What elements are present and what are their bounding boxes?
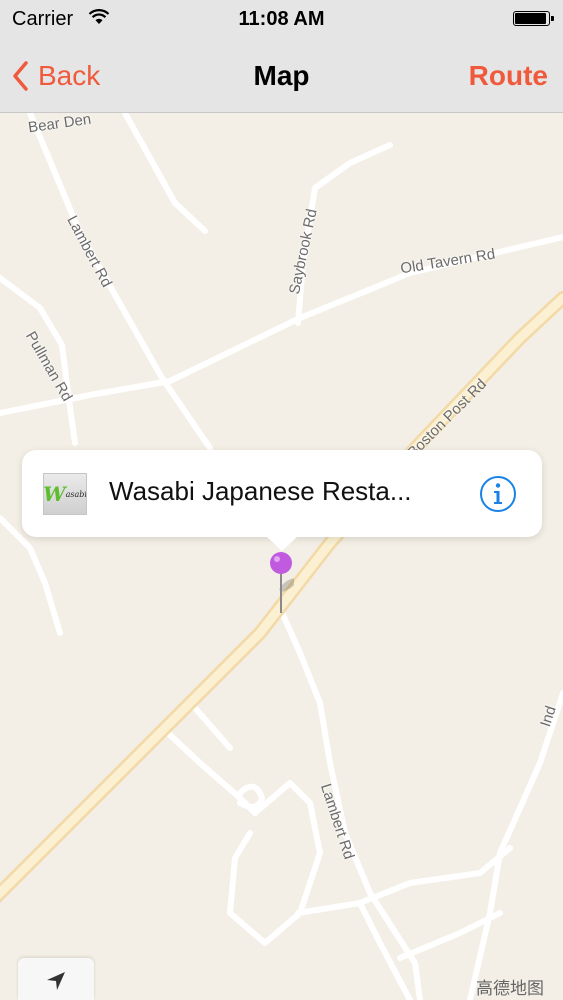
map-pin-icon[interactable] [268,551,294,619]
map-view[interactable]: Bear Den Lambert Rd Saybrook Rd Old Tave… [0,113,563,1000]
clock: 11:08 AM [238,8,325,30]
route-button[interactable]: Route [469,60,548,92]
status-bar: Carrier 11:08 AM [0,0,563,38]
restaurant-thumbnail: W asabi [43,473,87,515]
callout-title: Wasabi Japanese Resta... [109,476,412,506]
info-icon[interactable] [478,474,518,514]
location-arrow-icon [47,972,65,990]
map-attribution: 高德地图 [476,979,544,998]
logo-text: asabi [65,489,87,499]
battery-icon [513,11,554,26]
place-callout[interactable]: W asabi Wasabi Japanese Resta... [22,450,542,551]
navigation-bar: Back Map Route [0,38,563,113]
locate-me-button[interactable] [18,958,94,1000]
logo-w: W [43,482,66,506]
